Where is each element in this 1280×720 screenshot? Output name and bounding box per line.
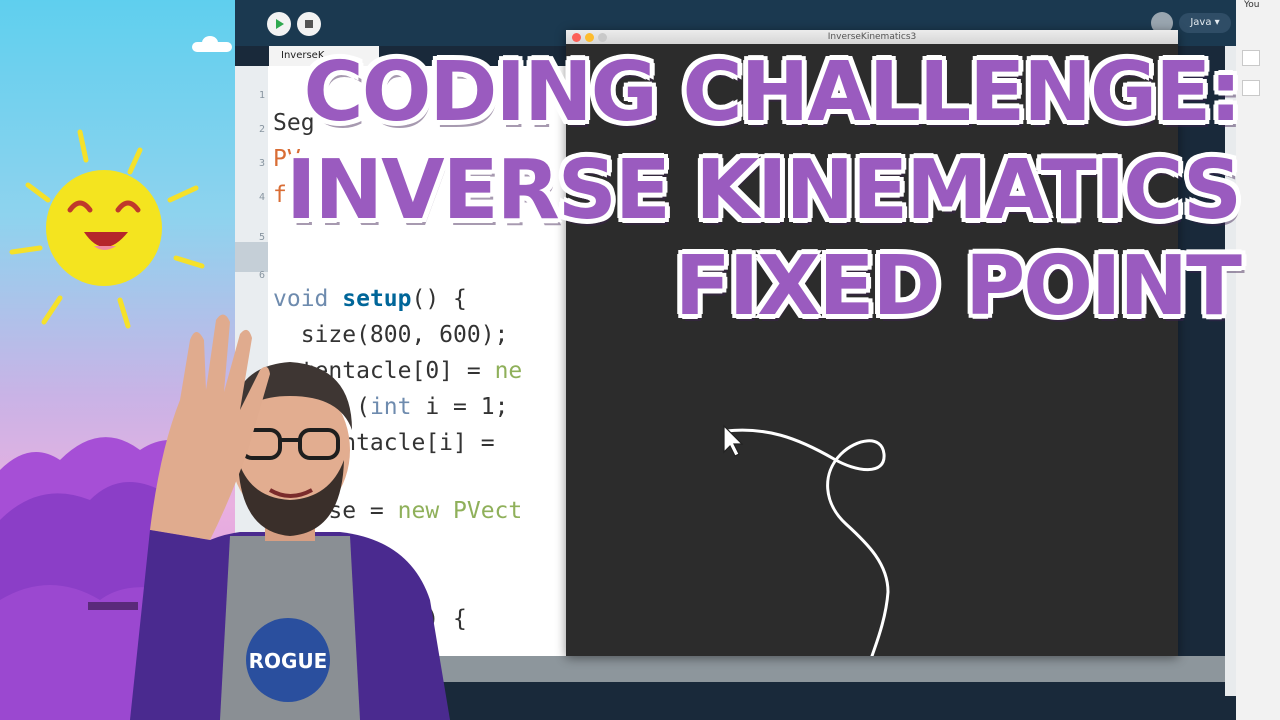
line-number: 5 [259,232,266,243]
stop-button[interactable] [297,12,321,36]
presenter-photo: ROGUE [130,314,450,720]
play-icon [276,19,284,29]
shirt-text: ROGUE [249,649,328,673]
stop-icon [305,20,313,28]
mode-selector[interactable]: Java ▾ [1179,13,1231,33]
video-title-line-1: CODING CHALLENGE: [303,45,1242,140]
run-button[interactable] [267,12,291,36]
line-number: 2 [259,124,266,135]
app-chrome-panel [1236,0,1280,720]
sketch-titlebar[interactable]: InverseKinematics3 [566,30,1178,44]
code-token: ne [494,358,523,384]
video-title-line-2: INVERSE KINEMATICS [286,143,1242,238]
sketch-title: InverseKinematics3 [827,32,917,42]
video-title-line-3: FIXED POINT [674,239,1242,334]
line-number: 6 [259,270,266,281]
chrome-button[interactable] [1242,50,1260,66]
chrome-button[interactable] [1242,80,1260,96]
line-number: 1 [259,90,266,101]
user-label: You [1244,0,1260,10]
sun-icon [9,129,205,329]
line-number: 3 [259,158,266,169]
current-line-marker [235,242,268,272]
line-number: 4 [259,192,266,203]
tentacle-path [724,428,890,656]
